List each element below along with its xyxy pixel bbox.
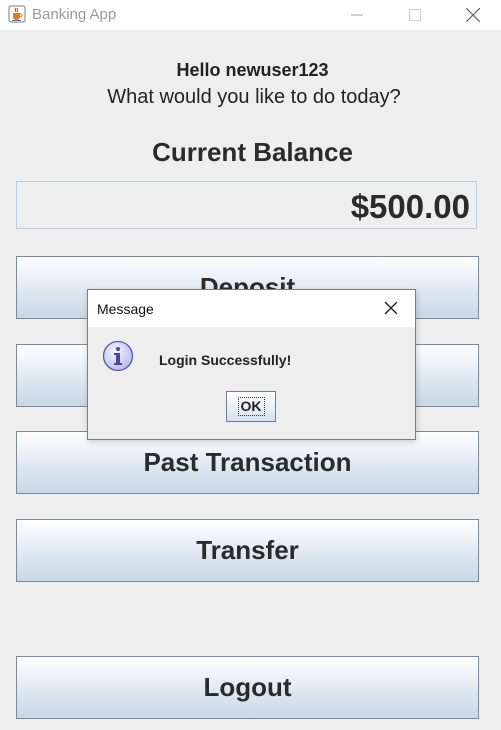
logout-button[interactable]: Logout — [16, 656, 479, 719]
balance-label: Current Balance — [152, 137, 353, 167]
dialog-titlebar[interactable]: Message — [88, 290, 415, 327]
close-icon[interactable] — [383, 300, 399, 316]
dialog-message: Login Successfully! — [159, 352, 292, 368]
ok-button-label: OK — [237, 397, 265, 416]
past-transaction-button[interactable]: Past Transaction — [16, 431, 479, 494]
ok-button[interactable]: OK — [226, 391, 276, 422]
info-icon — [102, 340, 134, 372]
minimize-icon — [351, 14, 363, 16]
java-cup-icon — [8, 5, 26, 23]
transfer-button[interactable]: Transfer — [16, 519, 479, 582]
window-title: Banking App — [32, 6, 117, 23]
close-icon — [466, 8, 480, 22]
banking-app-window: Banking App Hello newuser123 What would … — [0, 0, 501, 730]
dialog-title: Message — [97, 301, 154, 317]
maximize-button[interactable] — [386, 0, 444, 30]
message-dialog: Message Login Successfully! OK — [87, 289, 416, 440]
prompt-text: What would you like to do today? — [107, 86, 401, 108]
maximize-icon — [409, 9, 421, 21]
window-titlebar[interactable]: Banking App — [0, 0, 501, 30]
balance-display: $500.00 — [16, 181, 477, 229]
balance-value: $500.00 — [350, 188, 470, 225]
close-button[interactable] — [444, 0, 501, 30]
greeting-text: Hello newuser123 — [176, 60, 329, 80]
minimize-button[interactable] — [328, 0, 386, 30]
